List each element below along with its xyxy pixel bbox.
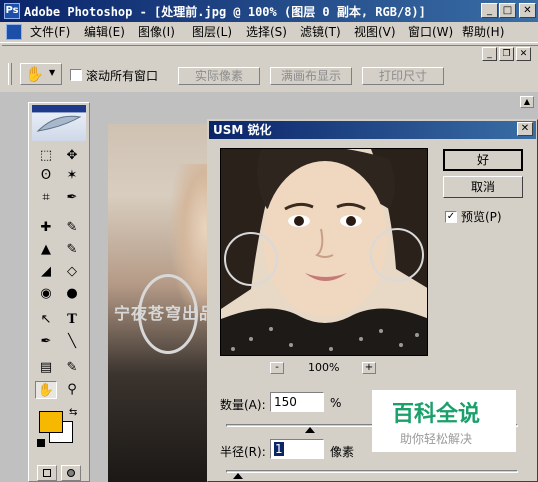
preview-checkbox-label: 预览(P) <box>461 210 502 224</box>
lasso-tool-icon[interactable]: ʘ <box>35 167 57 185</box>
photoshop-feather-logo[interactable] <box>32 105 86 141</box>
watermark-subtitle: 助你轻松解决 <box>400 432 473 446</box>
type-tool-icon[interactable]: T <box>61 311 83 329</box>
doc-restore-button[interactable]: ❐ <box>499 47 514 61</box>
toolbox: ⬚ ✥ ʘ ✶ ⌗ ✒ ✚ ✎ ▲ ✎ ◢ ◇ ◉ ● ↖ T ✒ ╲ ▤ ✎ … <box>28 102 90 482</box>
minimize-button[interactable]: _ <box>481 3 498 18</box>
doc-minimize-button[interactable]: _ <box>482 47 497 61</box>
watermark-title: 百科全说 <box>392 402 481 427</box>
magic-wand-tool-icon[interactable]: ✶ <box>61 167 83 185</box>
fit-on-screen-button[interactable]: 满画布显示 <box>270 67 352 85</box>
preview-photo <box>221 149 427 355</box>
quick-mask-mode-button[interactable] <box>61 465 81 481</box>
menu-layer[interactable]: 图层(L) <box>192 24 232 40</box>
move-tool-icon[interactable]: ✥ <box>61 147 83 165</box>
amount-label: 数量(A): <box>220 398 266 412</box>
dialog-preview-image[interactable] <box>220 148 428 356</box>
dialog-title: USM 锐化 <box>209 121 536 139</box>
ok-button[interactable]: 好 <box>443 149 523 171</box>
menu-select[interactable]: 选择(S) <box>246 24 287 40</box>
doc-close-button[interactable]: ✕ <box>516 47 531 61</box>
menu-filter[interactable]: 滤镜(T) <box>300 24 341 40</box>
grip-handle[interactable] <box>8 63 12 85</box>
menu-bar: 文件(F) 编辑(E) 图像(I) 图层(L) 选择(S) 滤镜(T) 视图(V… <box>0 22 538 42</box>
eraser-tool-icon[interactable]: ◢ <box>35 263 57 281</box>
healing-brush-tool-icon[interactable]: ✚ <box>35 219 57 237</box>
marquee-tool-icon[interactable]: ⬚ <box>35 147 57 165</box>
photoshop-app-icon: Ps <box>4 3 20 19</box>
menu-help[interactable]: 帮助(H) <box>462 24 504 40</box>
actual-pixels-button[interactable]: 实际像素 <box>178 67 260 85</box>
window-title: Adobe Photoshop - [处理前.jpg @ 100% (图层 0 … <box>24 5 426 19</box>
menu-edit[interactable]: 编辑(E) <box>84 24 125 40</box>
radius-input-value: 1 <box>274 442 284 456</box>
preview-checkbox[interactable]: ✓ <box>445 211 457 223</box>
hand-icon: ✋ <box>25 65 44 83</box>
default-colors-icon[interactable] <box>37 439 45 447</box>
canvas-document[interactable]: 宁夜苍穹出品 <box>108 124 217 482</box>
scroll-all-windows-label: 滚动所有窗口 <box>86 69 159 83</box>
menu-window[interactable]: 窗口(W) <box>408 24 453 40</box>
zoom-tool-icon[interactable]: ⚲ <box>61 381 83 399</box>
history-brush-tool-icon[interactable]: ✎ <box>61 241 83 259</box>
radius-slider[interactable] <box>226 470 518 473</box>
paint-bucket-tool-icon[interactable]: ◇ <box>61 263 83 281</box>
cancel-button[interactable]: 取消 <box>443 176 523 198</box>
standard-mode-icon <box>43 469 51 477</box>
brush-tool-icon[interactable]: ✎ <box>61 219 83 237</box>
amount-slider-thumb[interactable] <box>305 427 315 433</box>
zoom-level: 100% <box>308 361 340 374</box>
dialog-close-button[interactable]: ✕ <box>517 122 533 136</box>
amount-unit: % <box>330 396 342 410</box>
divider <box>2 45 538 46</box>
palette-well-scroll[interactable]: ▲ <box>520 96 534 108</box>
title-bar: Ps Adobe Photoshop - [处理前.jpg @ 100% (图层… <box>0 0 538 22</box>
eyedropper-tool-icon[interactable]: ✎ <box>61 359 83 377</box>
options-bar: _ ❐ ✕ ✋ ▼ 滚动所有窗口 实际像素 满画布显示 打印尺寸 <box>0 42 538 92</box>
canvas-watermark-text: 宁夜苍穹出品 <box>114 304 217 323</box>
radius-input[interactable]: 1 <box>270 439 324 459</box>
close-button[interactable]: ✕ <box>519 3 536 18</box>
path-selection-tool-icon[interactable]: ↖ <box>35 311 57 329</box>
blur-tool-icon[interactable]: ◉ <box>35 285 57 303</box>
radius-slider-thumb[interactable] <box>233 473 243 479</box>
swap-colors-icon[interactable]: ⇆ <box>69 407 77 418</box>
zoom-out-button[interactable]: - <box>270 362 284 374</box>
crop-tool-icon[interactable]: ⌗ <box>35 189 57 207</box>
amount-input[interactable]: 150 <box>270 392 324 412</box>
maximize-button[interactable]: □ <box>499 3 516 18</box>
document-icon <box>6 24 22 40</box>
menu-image[interactable]: 图像(I) <box>138 24 175 40</box>
clone-stamp-tool-icon[interactable]: ▲ <box>35 241 57 259</box>
baike-watermark: 百科全说 助你轻松解决 <box>372 390 516 452</box>
radius-unit: 像素 <box>330 445 355 459</box>
notes-tool-icon[interactable]: ▤ <box>35 359 57 377</box>
radius-label: 半径(R): <box>220 445 266 459</box>
slice-tool-icon[interactable]: ✒ <box>61 189 83 207</box>
zoom-in-button[interactable]: + <box>362 362 376 374</box>
hand-tool-icon[interactable]: ✋ <box>35 381 57 399</box>
menu-file[interactable]: 文件(F) <box>30 24 70 40</box>
standard-mode-button[interactable] <box>37 465 57 481</box>
dodge-tool-icon[interactable]: ● <box>61 285 83 303</box>
line-tool-icon[interactable]: ╲ <box>61 333 83 351</box>
menu-view[interactable]: 视图(V) <box>354 24 396 40</box>
chevron-down-icon: ▼ <box>49 68 56 77</box>
pen-tool-icon[interactable]: ✒ <box>35 333 57 351</box>
quick-mask-icon <box>67 469 75 477</box>
scroll-all-windows-checkbox[interactable] <box>70 69 82 81</box>
print-size-button[interactable]: 打印尺寸 <box>362 67 444 85</box>
foreground-color-swatch[interactable] <box>39 411 63 433</box>
tool-preset-picker[interactable]: ✋ ▼ <box>20 63 62 85</box>
